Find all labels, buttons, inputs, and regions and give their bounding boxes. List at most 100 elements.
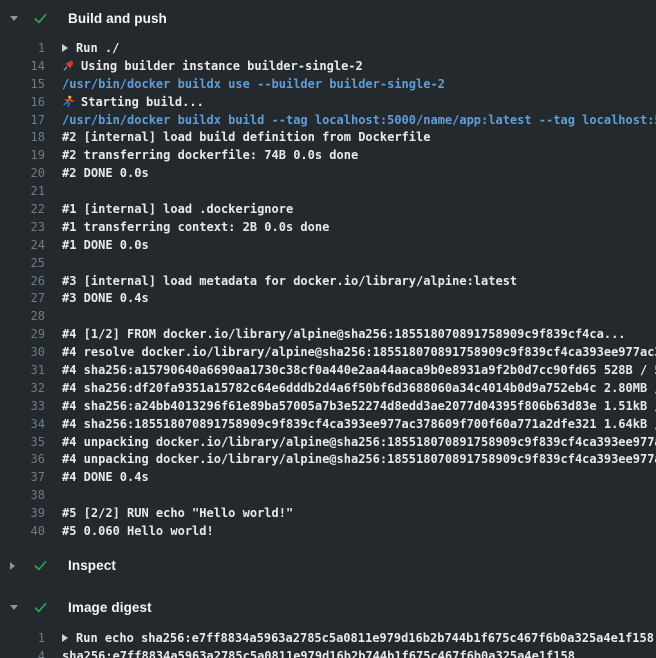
line-number[interactable]: 1 (0, 631, 45, 645)
chevron-down-icon[interactable] (10, 605, 24, 610)
log-text: #4 [1/2] FROM docker.io/library/alpine@s… (62, 327, 626, 341)
log-line: 25 (0, 254, 656, 272)
log-text: #4 resolve docker.io/library/alpine@sha2… (62, 345, 656, 359)
log-text: #5 [2/2] RUN echo "Hello world!" (62, 506, 293, 520)
log-line: 31 #4 sha256:a15790640a6690aa1730c38cf0a4… (0, 361, 656, 379)
log-line: 38 (0, 486, 656, 504)
line-number[interactable]: 25 (0, 256, 45, 270)
log-section-image-digest: Image digest 1 Run echo sha256:e7ff8834a59… (0, 590, 656, 658)
line-number[interactable]: 40 (0, 524, 45, 538)
log-text: #4 sha256:df20fa9351a15782c64e6dddb2d4a6… (62, 381, 656, 395)
pushpin-icon (62, 59, 75, 72)
log-line: 39 #5 [2/2] RUN echo "Hello world!" (0, 504, 656, 522)
log-text: #4 DONE 0.4s (62, 470, 149, 484)
log-text: /usr/bin/docker buildx build --tag local… (62, 113, 656, 127)
line-number[interactable]: 19 (0, 148, 45, 162)
line-number[interactable]: 36 (0, 452, 45, 466)
log-line: 23 #1 transferring context: 2B 0.0s done (0, 218, 656, 236)
log-text: Using builder instance builder-single-2 (81, 59, 363, 73)
section-body-build-and-push: 1 Run ./ 14 Using builder instance builder-… (0, 36, 656, 542)
line-number[interactable]: 16 (0, 95, 45, 109)
line-number[interactable]: 23 (0, 220, 45, 234)
log-text: sha256:e7ff8834a5963a2785c5a0811e979d16b… (62, 649, 575, 658)
log-text: #2 [internal] load build definition from… (62, 130, 430, 144)
log-line: 20#2 DONE 0.0s (0, 164, 656, 182)
log-line: 37 #4 DONE 0.4s (0, 468, 656, 486)
log-line: 26 #3 [internal] load metadata for docker… (0, 272, 656, 290)
section-header-image-digest[interactable]: Image digest (0, 590, 656, 626)
log-text: Run echo sha256:e7ff8834a5963a2785c5a081… (76, 631, 654, 645)
log-text: #4 unpacking docker.io/library/alpine@sh… (62, 435, 656, 449)
line-number[interactable]: 28 (0, 309, 45, 323)
line-number[interactable]: 24 (0, 238, 45, 252)
line-number[interactable]: 21 (0, 184, 45, 198)
log-line: 33 #4 sha256:a24bb4013296f61e89ba57005a7b… (0, 397, 656, 415)
log-text: #3 DONE 0.4s (62, 291, 149, 305)
log-line: 36 #4 unpacking docker.io/library/alpine@… (0, 450, 656, 468)
log-line: 4 sha256:e7ff8834a5963a2785c5a0811e979d16… (0, 647, 656, 658)
log-text: #4 unpacking docker.io/library/alpine@sh… (62, 452, 656, 466)
log-text: /usr/bin/docker buildx use --builder bui… (62, 77, 445, 91)
line-number[interactable]: 4 (0, 649, 45, 658)
line-number[interactable]: 29 (0, 327, 45, 341)
check-icon (33, 600, 48, 615)
log-line: 21 (0, 182, 656, 200)
log-text: #1 DONE 0.0s (62, 238, 149, 252)
line-number[interactable]: 31 (0, 363, 45, 377)
log-line: 29 #4 [1/2] FROM docker.io/library/alpine… (0, 325, 656, 343)
line-number[interactable]: 22 (0, 202, 45, 216)
log-text: #1 transferring context: 2B 0.0s done (62, 220, 329, 234)
line-number[interactable]: 17 (0, 113, 45, 127)
log-line: 15/usr/bin/docker buildx use --builder b… (0, 75, 656, 93)
log-section-build-and-push: Build and push 1 Run ./ 14 Using builder ins… (0, 0, 656, 542)
log-text: #3 [internal] load metadata for docker.i… (62, 274, 517, 288)
line-number[interactable]: 20 (0, 166, 45, 180)
log-text: #4 sha256:a24bb4013296f61e89ba57005a7b3e… (62, 399, 656, 413)
log-line: 1 Run echo sha256:e7ff8834a5963a2785c5a08… (0, 629, 656, 647)
chevron-right-icon[interactable] (10, 562, 24, 570)
log-line: 34 #4 sha256:185518070891758909c9f839cf4c… (0, 415, 656, 433)
log-text: #2 transferring dockerfile: 74B 0.0s don… (62, 148, 358, 162)
log-line: 28 (0, 307, 656, 325)
line-number[interactable]: 15 (0, 77, 45, 91)
section-title: Inspect (68, 558, 116, 573)
log-line: 40#5 0.060 Hello world! (0, 522, 656, 540)
line-number[interactable]: 14 (0, 59, 45, 73)
log-line: 22 #1 [internal] load .dockerignore (0, 200, 656, 218)
line-number[interactable]: 38 (0, 488, 45, 502)
log-line: 30 #4 resolve docker.io/library/alpine@sh… (0, 343, 656, 361)
section-header-build-and-push[interactable]: Build and push (0, 0, 656, 36)
section-body-image-digest: 1 Run echo sha256:e7ff8834a5963a2785c5a08… (0, 626, 656, 658)
line-number[interactable]: 39 (0, 506, 45, 520)
log-line: 19 #2 transferring dockerfile: 74B 0.0s d… (0, 146, 656, 164)
log-text: #1 [internal] load .dockerignore (62, 202, 293, 216)
line-number[interactable]: 37 (0, 470, 45, 484)
check-icon (33, 11, 48, 26)
line-number[interactable]: 1 (0, 41, 45, 55)
line-number[interactable]: 34 (0, 417, 45, 431)
expand-step-icon[interactable] (62, 44, 68, 52)
log-line: 14 Using builder instance builder-single-… (0, 57, 656, 75)
log-section-inspect: Inspect (0, 548, 656, 584)
log-line: 35 #4 unpacking docker.io/library/alpine@… (0, 433, 656, 451)
line-number[interactable]: 35 (0, 435, 45, 449)
log-line: 24 #1 DONE 0.0s (0, 236, 656, 254)
line-number[interactable]: 33 (0, 399, 45, 413)
workflow-log-viewer: Build and push1Run ./14Using builder ins… (0, 0, 656, 658)
line-number[interactable]: 32 (0, 381, 45, 395)
expand-step-icon[interactable] (62, 634, 68, 642)
runner-icon (62, 95, 75, 108)
log-text: Starting build... (81, 95, 204, 109)
line-number[interactable]: 26 (0, 274, 45, 288)
log-line: 1 Run ./ (0, 39, 656, 57)
log-text: #4 sha256:a15790640a6690aa1730c38cf0a440… (62, 363, 656, 377)
line-number[interactable]: 18 (0, 130, 45, 144)
section-header-inspect[interactable]: Inspect (0, 548, 656, 584)
section-title: Image digest (68, 600, 152, 615)
log-text: Run ./ (76, 41, 119, 55)
line-number[interactable]: 30 (0, 345, 45, 359)
log-text: #4 sha256:185518070891758909c9f839cf4ca3… (62, 417, 656, 431)
line-number[interactable]: 27 (0, 291, 45, 305)
section-title: Build and push (68, 11, 167, 26)
chevron-down-icon[interactable] (10, 16, 24, 21)
